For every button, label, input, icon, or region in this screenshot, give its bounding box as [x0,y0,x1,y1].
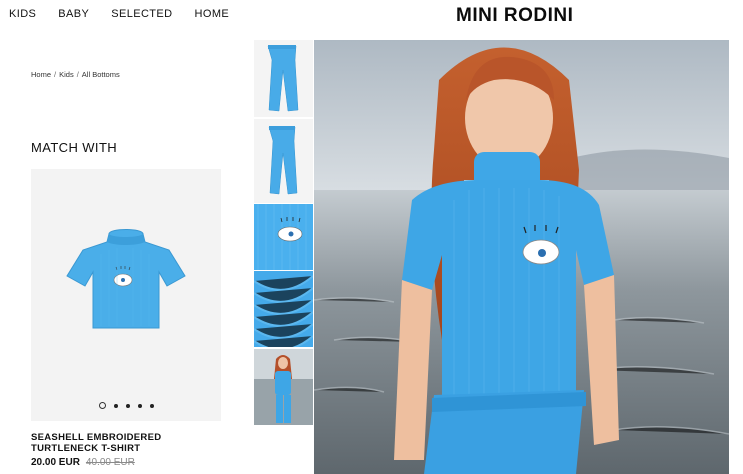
nav-item-baby[interactable]: BABY [58,8,89,20]
breadcrumb-separator: / [54,70,57,79]
breadcrumb-home[interactable]: Home [31,70,51,79]
match-product-name[interactable]: SEASHELL EMBROIDERED TURTLENECK T-SHIRT [31,432,221,454]
thumbnail-model-full[interactable] [254,349,313,425]
carousel-dot-4[interactable] [137,403,142,408]
match-with-title: MATCH WITH [31,140,118,155]
brand-logo[interactable]: MINI RODINI [456,5,573,27]
nav-item-home[interactable]: HOME [195,8,230,20]
carousel-dot-3[interactable] [125,403,130,408]
thumbnail-pants-front[interactable] [254,40,313,117]
breadcrumb-all-bottoms[interactable]: All Bottoms [82,70,120,79]
thumbnail-fabric-detail[interactable] [254,271,313,347]
hero-product-image[interactable] [314,40,729,474]
match-product-card[interactable] [31,169,221,421]
breadcrumb: Home / Kids / All Bottoms [31,70,120,79]
carousel-dot-2[interactable] [113,403,118,408]
sale-price: 20.00 EUR [31,457,80,468]
original-price: 40.00 EUR [85,457,135,468]
breadcrumb-separator: / [76,70,79,79]
carousel-dot-1[interactable] [98,402,106,409]
thumbnail-embroidery-detail[interactable] [254,204,313,270]
main-nav: KIDS BABY SELECTED HOME [9,8,251,20]
nav-item-kids[interactable]: KIDS [9,8,36,20]
carousel-dot-5[interactable] [149,403,154,408]
breadcrumb-kids[interactable]: Kids [59,70,74,79]
nav-item-selected[interactable]: SELECTED [111,8,172,20]
carousel-dots [31,402,221,409]
turtleneck-tshirt-image [66,229,186,329]
thumbnail-pants-back[interactable] [254,119,313,203]
match-price-row: 20.00 EUR 40.00 EUR [31,457,135,468]
